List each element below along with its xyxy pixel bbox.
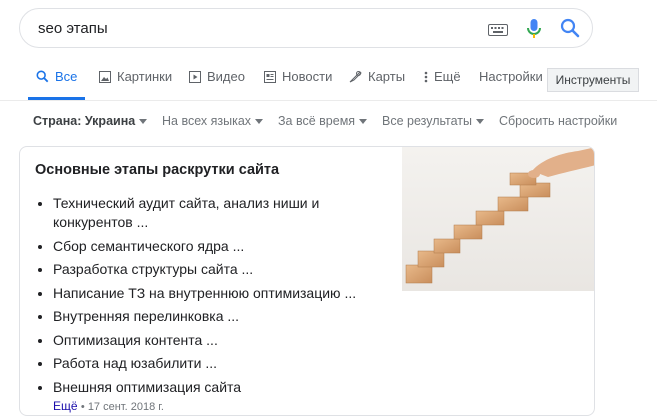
more-label: Ещё [53,399,78,413]
more-link[interactable]: Ещё • 17 сент. 2018 г. [53,399,164,413]
list-item: Внутренняя перелинковка ... [53,307,383,326]
snippet-title: Основные этапы раскрутки сайта [35,162,280,178]
search-box[interactable]: seo этапы [19,8,593,48]
tab-all[interactable]: Все [36,69,77,84]
chevron-down-icon [476,118,485,124]
list-item: Разработка структуры сайта ... [53,260,383,279]
tab-label: Картинки [117,69,173,84]
tab-news[interactable]: Новости [264,69,332,84]
tab-label: Ещё [434,69,461,84]
filter-language[interactable]: На всех языках [162,114,264,128]
news-icon [264,70,276,83]
map-icon [349,71,362,83]
search-tabs: Все Картинки Видео Новости Карты Ещё Нас… [0,60,657,100]
tab-label: Карты [368,69,406,84]
filter-country[interactable]: Страна: Украина [33,114,148,128]
chevron-down-icon [359,118,368,124]
list-item: Технический аудит сайта, анализ ниши и к… [53,194,383,232]
featured-snippet: Основные этапы раскрутки сайта Техническ… [19,146,595,416]
image-icon [99,70,111,83]
chevron-down-icon [139,118,148,124]
filter-time[interactable]: За всё время [278,114,368,128]
filter-label: За всё время [278,114,356,128]
tab-label: Все [55,69,78,84]
filter-label: На всех языках [162,114,252,128]
reset-filters-link[interactable]: Сбросить настройки [499,114,617,128]
tab-video[interactable]: Видео [189,69,245,84]
filter-label: Все результаты [382,114,473,128]
search-input[interactable]: seo этапы [38,20,108,37]
search-icon[interactable] [560,18,580,38]
date-text: • 17 сент. 2018 г. [80,401,164,413]
video-icon [189,70,201,83]
filter-label: Страна: Украина [33,114,136,128]
microphone-icon[interactable] [526,18,542,40]
tab-maps[interactable]: Карты [349,69,405,84]
filter-results[interactable]: Все результаты [382,114,485,128]
list-item: Оптимизация контента ... [53,331,383,350]
tab-more[interactable]: Ещё [424,69,461,84]
list-item: Написание ТЗ на внутреннюю оптимизацию .… [53,284,383,303]
list-item: Сбор семантического ядра ... [53,237,383,256]
tab-label: Настройки [479,69,543,84]
divider [0,100,657,101]
list-item: Работа над юзабилити ... [53,354,383,373]
filter-bar: Страна: Украина На всех языках За всё вр… [0,112,657,132]
snippet-image[interactable] [402,147,595,291]
tools-button[interactable]: Инструменты [547,68,639,92]
search-icon [36,70,49,83]
snippet-list: Технический аудит сайта, анализ ниши и к… [35,194,383,401]
keyboard-icon[interactable] [488,24,508,36]
list-item: Внешняя оптимизация сайта [53,378,383,397]
chevron-down-icon [255,118,264,124]
more-vert-icon [424,71,428,82]
tab-images[interactable]: Картинки [99,69,172,84]
tab-settings[interactable]: Настройки [479,69,543,84]
tab-label: Видео [207,69,245,84]
filter-label: Сбросить настройки [499,114,618,128]
tab-label: Новости [282,69,333,84]
